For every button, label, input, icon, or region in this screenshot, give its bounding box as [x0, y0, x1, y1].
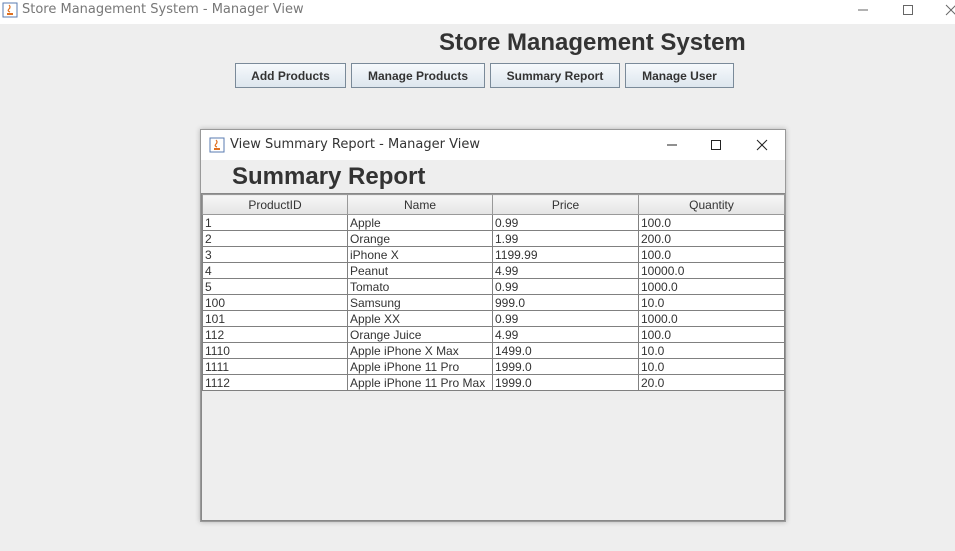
table-cell[interactable]: 2	[202, 230, 348, 247]
table-cell[interactable]: 4.99	[492, 326, 639, 343]
table-row[interactable]: 1111 Apple iPhone 11 Pro 1999.0 10.0	[202, 358, 785, 375]
table-row[interactable]: 101 Apple XX 0.99 1000.0	[202, 310, 785, 327]
table-cell[interactable]: 1110	[202, 342, 348, 359]
table-cell[interactable]: 0.99	[492, 310, 639, 327]
table-cell[interactable]: Samsung	[347, 294, 493, 311]
summary-report-window[interactable]: View Summary Report - Manager View Summa…	[200, 129, 786, 522]
report-title-bar[interactable]: View Summary Report - Manager View	[201, 130, 785, 160]
report-window-title: View Summary Report - Manager View	[230, 137, 480, 152]
table-cell[interactable]: 10.0	[638, 342, 785, 359]
table-row[interactable]: 100 Samsung 999.0 10.0	[202, 294, 785, 311]
main-title-bar: Store Management System - Manager View	[0, 0, 955, 24]
table-cell[interactable]: 0.99	[492, 278, 639, 295]
minimize-button[interactable]	[848, 0, 878, 20]
java-icon	[209, 137, 225, 153]
table-cell[interactable]: 10.0	[638, 358, 785, 375]
table-cell[interactable]: 20.0	[638, 374, 785, 391]
close-icon	[945, 4, 955, 16]
table-cell[interactable]: Orange Juice	[347, 326, 493, 343]
column-header-productid[interactable]: ProductID	[202, 194, 348, 215]
table-row[interactable]: 5 Tomato 0.99 1000.0	[202, 278, 785, 295]
table-cell[interactable]: 101	[202, 310, 348, 327]
table-cell[interactable]: iPhone X	[347, 246, 493, 263]
report-minimize-button[interactable]	[655, 134, 689, 156]
table-cell[interactable]: 3	[202, 246, 348, 263]
table-cell[interactable]: Apple	[347, 214, 493, 231]
table-header-row: ProductID Name Price Quantity	[202, 194, 785, 215]
close-button[interactable]	[936, 0, 955, 20]
table-cell[interactable]: 10.0	[638, 294, 785, 311]
table-cell[interactable]: 1	[202, 214, 348, 231]
table-row[interactable]: 1 Apple 0.99 100.0	[202, 214, 785, 231]
page-title: Store Management System	[439, 29, 746, 56]
table-cell[interactable]: 1.99	[492, 230, 639, 247]
table-cell[interactable]: 200.0	[638, 230, 785, 247]
add-products-button[interactable]: Add Products	[235, 63, 346, 88]
report-close-button[interactable]	[745, 134, 779, 156]
table-cell[interactable]: 1999.0	[492, 374, 639, 391]
column-header-name[interactable]: Name	[347, 194, 493, 215]
table-cell[interactable]: Peanut	[347, 262, 493, 279]
table-cell[interactable]: 1999.0	[492, 358, 639, 375]
maximize-icon	[711, 140, 721, 150]
summary-table: ProductID Name Price Quantity 1 Apple 0.…	[202, 194, 785, 391]
table-cell[interactable]: 1112	[202, 374, 348, 391]
column-header-price[interactable]: Price	[492, 194, 639, 215]
table-cell[interactable]: 1111	[202, 358, 348, 375]
table-cell[interactable]: 1000.0	[638, 310, 785, 327]
table-cell[interactable]: 999.0	[492, 294, 639, 311]
table-cell[interactable]: Tomato	[347, 278, 493, 295]
table-cell[interactable]: 4.99	[492, 262, 639, 279]
report-heading: Summary Report	[232, 163, 426, 190]
table-cell[interactable]: Apple XX	[347, 310, 493, 327]
table-cell[interactable]: Apple iPhone 11 Pro Max	[347, 374, 493, 391]
table-cell[interactable]: 100.0	[638, 214, 785, 231]
java-icon	[2, 2, 18, 18]
minimize-icon	[858, 9, 868, 11]
table-row[interactable]: 1112 Apple iPhone 11 Pro Max 1999.0 20.0	[202, 374, 785, 391]
table-row[interactable]: 3 iPhone X 1199.99 100.0	[202, 246, 785, 263]
table-cell[interactable]: 4	[202, 262, 348, 279]
table-cell[interactable]: 0.99	[492, 214, 639, 231]
manage-products-button[interactable]: Manage Products	[351, 63, 485, 88]
table-cell[interactable]: 10000.0	[638, 262, 785, 279]
table-cell[interactable]: 100.0	[638, 246, 785, 263]
manage-user-button[interactable]: Manage User	[625, 63, 734, 88]
minimize-icon	[667, 144, 677, 146]
table-cell[interactable]: 100	[202, 294, 348, 311]
table-row[interactable]: 1110 Apple iPhone X Max 1499.0 10.0	[202, 342, 785, 359]
window-title: Store Management System - Manager View	[22, 2, 304, 17]
table-cell[interactable]: Apple iPhone 11 Pro	[347, 358, 493, 375]
table-cell[interactable]: Apple iPhone X Max	[347, 342, 493, 359]
table-row[interactable]: 2 Orange 1.99 200.0	[202, 230, 785, 247]
table-cell[interactable]: 1499.0	[492, 342, 639, 359]
table-cell[interactable]: Orange	[347, 230, 493, 247]
summary-report-button[interactable]: Summary Report	[490, 63, 620, 88]
maximize-icon	[903, 5, 913, 15]
table-cell[interactable]: 112	[202, 326, 348, 343]
summary-table-scrollpane[interactable]: ProductID Name Price Quantity 1 Apple 0.…	[201, 193, 785, 521]
report-maximize-button[interactable]	[699, 134, 733, 156]
table-row[interactable]: 4 Peanut 4.99 10000.0	[202, 262, 785, 279]
maximize-button[interactable]	[893, 0, 923, 20]
column-header-quantity[interactable]: Quantity	[638, 194, 785, 215]
table-cell[interactable]: 5	[202, 278, 348, 295]
table-cell[interactable]: 100.0	[638, 326, 785, 343]
table-cell[interactable]: 1000.0	[638, 278, 785, 295]
table-row[interactable]: 112 Orange Juice 4.99 100.0	[202, 326, 785, 343]
table-cell[interactable]: 1199.99	[492, 246, 639, 263]
close-icon	[756, 139, 768, 151]
